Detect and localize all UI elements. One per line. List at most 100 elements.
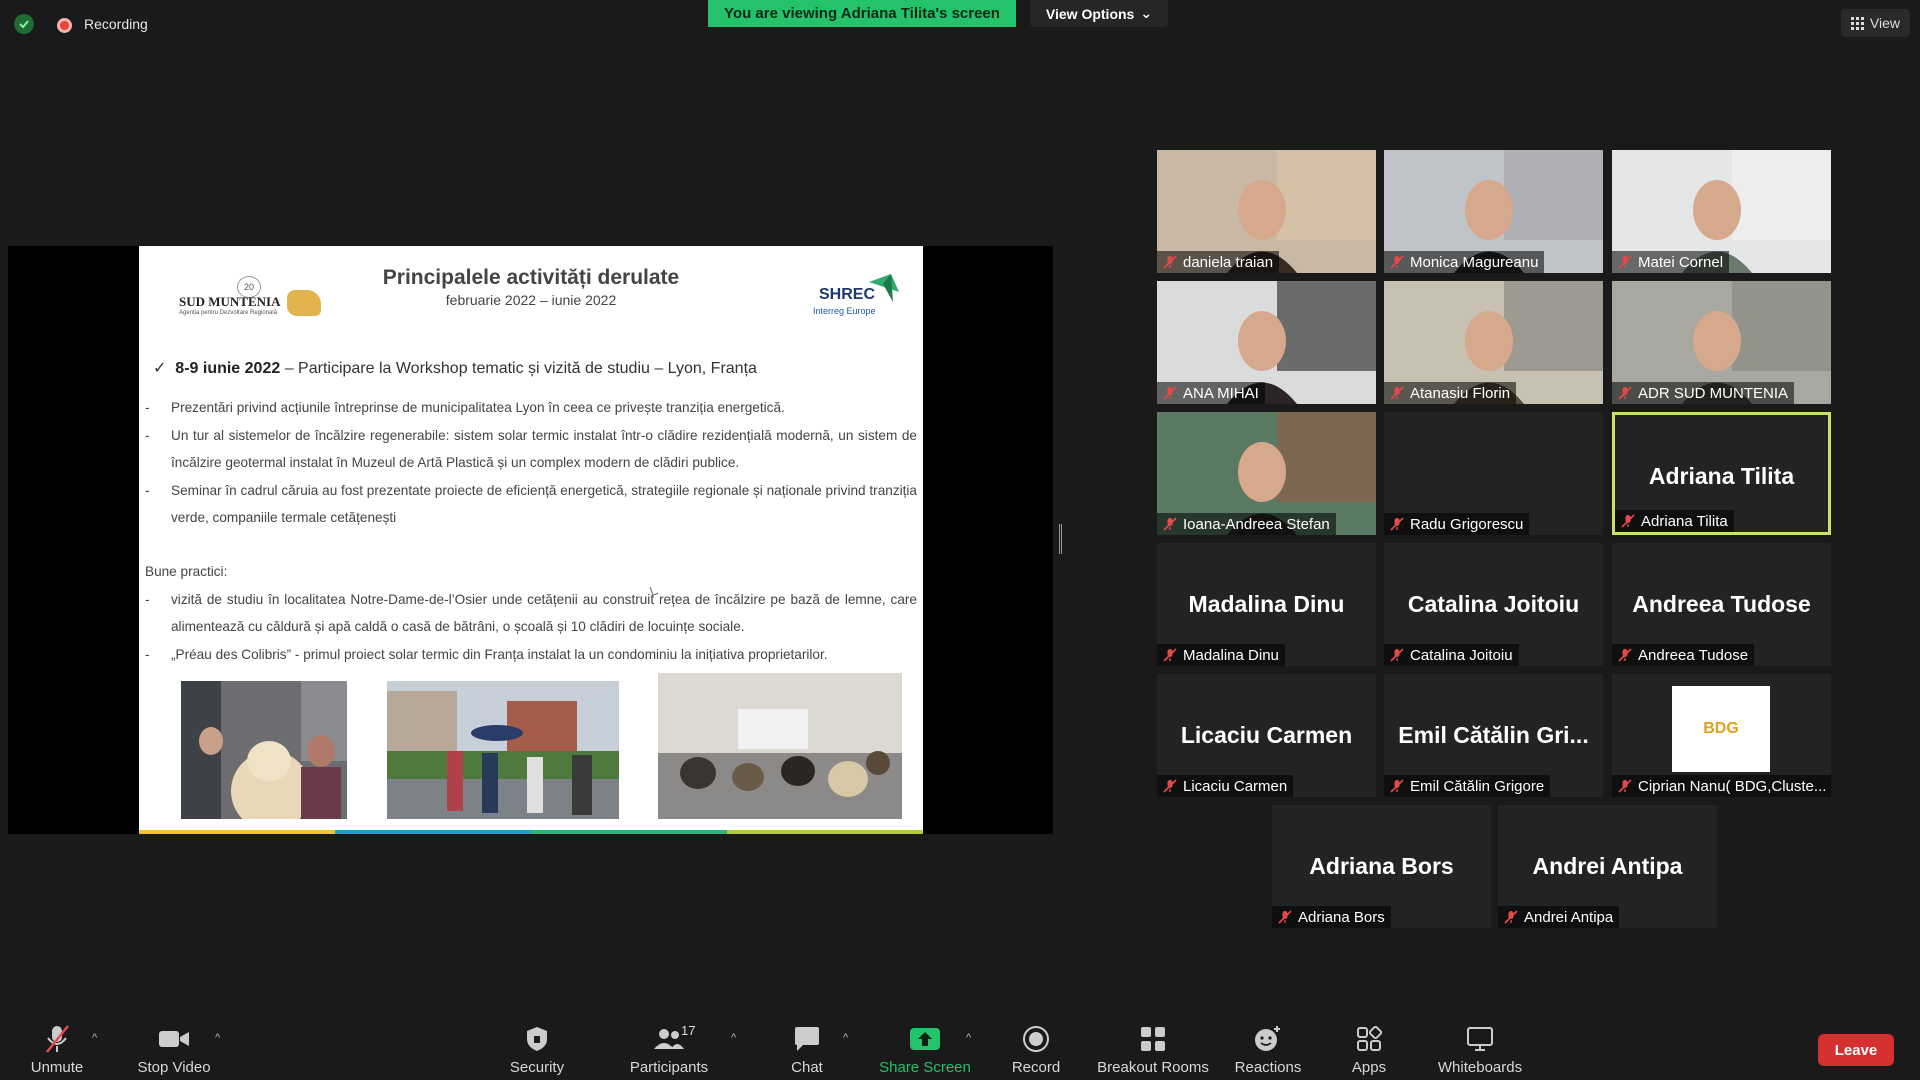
headline-date: 8-9 iunie 2022	[175, 360, 281, 377]
participant-name: Ioana-Andreea Stefan	[1157, 513, 1336, 535]
microphone-muted-icon	[1618, 779, 1632, 793]
reactions-button[interactable]: Reactions	[1213, 1021, 1323, 1076]
participant-tile[interactable]: daniela traian	[1157, 150, 1376, 273]
presentation-slide: 20 SUD MUNTENIA Agenția pentru Dezvoltar…	[139, 246, 923, 834]
share-screen-button[interactable]: Share Screen	[870, 1021, 980, 1076]
participant-tile[interactable]: Adriana Bors Adriana Bors	[1272, 805, 1491, 928]
grid-view-icon	[1850, 16, 1864, 30]
whiteboards-button[interactable]: Whiteboards	[1425, 1021, 1535, 1076]
participant-tile[interactable]: Monica Magureanu	[1384, 150, 1603, 273]
chat-button[interactable]: Chat	[752, 1021, 862, 1076]
list-item: - Prezentări privind acțiunile întreprins…	[145, 400, 785, 415]
participant-tile[interactable]: Adriana Tilita Adriana Tilita	[1612, 412, 1831, 535]
view-options-label: View Options	[1045, 5, 1135, 22]
share-screen-icon	[909, 1021, 941, 1057]
security-label: Security	[509, 1059, 565, 1076]
participant-display-name: Catalina Joitoiu	[1407, 591, 1580, 617]
photo-group-outdoor	[387, 681, 619, 819]
microphone-muted-icon	[44, 1021, 70, 1057]
participant-display-name: Andreea Tudose	[1632, 591, 1811, 617]
chevron-down-icon: ⌄	[1140, 5, 1153, 21]
participant-name: Madalina Dinu	[1157, 644, 1285, 666]
participants-label: Participants	[629, 1059, 709, 1076]
participant-name: Atanasiu Florin	[1384, 382, 1517, 404]
microphone-muted-icon	[1621, 514, 1635, 528]
shrec-name: SHREC	[819, 286, 876, 303]
participant-tile[interactable]: Catalina Joitoiu Catalina Joitoiu	[1384, 543, 1603, 666]
stop-video-button[interactable]: Stop Video	[119, 1021, 229, 1076]
video-options-caret-icon[interactable]: ^	[215, 1032, 220, 1044]
participants-button[interactable]: 17 Participants	[614, 1021, 724, 1076]
list-item: - Un tur al sistemelor de încălzire regen…	[145, 427, 917, 471]
security-shield-icon	[525, 1021, 549, 1057]
photo-group-indoor	[181, 681, 347, 819]
slide-title: Principalele activități derulate	[382, 266, 680, 289]
participant-tile[interactable]: Matei Cornel	[1612, 150, 1831, 273]
list-item: - „Préau des Colibris” - primul proiect s…	[145, 646, 828, 662]
participant-name: Monica Magureanu	[1384, 251, 1545, 273]
record-button[interactable]: Record	[981, 1021, 1091, 1076]
unmute-button[interactable]: Unmute	[2, 1021, 112, 1076]
split-view-handle[interactable]	[1059, 524, 1062, 554]
participant-tile[interactable]: ANA MIHAI	[1157, 281, 1376, 404]
participants-options-caret-icon[interactable]: ^	[731, 1032, 736, 1044]
good-practices-section: Bune practici: - vizită de studiu în loca…	[145, 558, 917, 668]
view-button[interactable]: View	[1840, 9, 1910, 37]
participant-tile[interactable]: Atanasiu Florin	[1384, 281, 1603, 404]
breakout-rooms-label: Breakout Rooms	[1097, 1059, 1209, 1076]
microphone-muted-icon	[1618, 255, 1632, 269]
bdg-logo: BDG	[1672, 686, 1770, 772]
participant-tile[interactable]: BDG Ciprian Nanu( BDG,Cluste...	[1612, 674, 1831, 797]
participant-tile[interactable]: Ioana-Andreea Stefan	[1157, 412, 1376, 535]
record-label: Record	[1011, 1059, 1061, 1076]
recording-icon	[57, 18, 72, 33]
participant-tile[interactable]: ADR SUD MUNTENIA	[1612, 281, 1831, 404]
participant-tile[interactable]: Emil Cătălin Gri... Emil Cătălin Grigore	[1384, 674, 1603, 797]
viewing-screen-banner: You are viewing Adriana Tilita's screen	[708, 0, 1016, 27]
microphone-muted-icon	[1618, 386, 1632, 400]
good-practices-label: Bune practici:	[145, 564, 228, 579]
view-options-button[interactable]: View Options ⌄	[1030, 0, 1168, 27]
participant-name: Catalina Joitoiu	[1384, 644, 1519, 666]
participant-tile[interactable]: Andrei Antipa Andrei Antipa	[1498, 805, 1717, 928]
apps-icon	[1356, 1021, 1382, 1057]
participant-name: Radu Grigorescu	[1384, 513, 1530, 535]
microphone-muted-icon	[1163, 517, 1177, 531]
participant-tile[interactable]: Andreea Tudose Andreea Tudose	[1612, 543, 1831, 666]
breakout-rooms-button[interactable]: Breakout Rooms	[1097, 1021, 1209, 1076]
participant-name: Andreea Tudose	[1612, 644, 1755, 666]
participant-display-name: Emil Cătălin Gri...	[1398, 722, 1589, 748]
participant-display-name: Madalina Dinu	[1188, 591, 1345, 617]
apps-button[interactable]: Apps	[1314, 1021, 1424, 1076]
participant-name: Licaciu Carmen	[1157, 775, 1294, 797]
breakout-rooms-icon	[1139, 1021, 1167, 1057]
view-label: View	[1869, 15, 1900, 31]
participant-tile[interactable]: Madalina Dinu Madalina Dinu	[1157, 543, 1376, 666]
shared-screen[interactable]: 20 SUD MUNTENIA Agenția pentru Dezvoltar…	[8, 246, 1053, 834]
interreg-label: Interreg Europe	[813, 306, 876, 316]
participant-tile[interactable]: Licaciu Carmen Licaciu Carmen	[1157, 674, 1376, 797]
recording-label: Recording	[84, 16, 148, 32]
video-camera-icon	[158, 1021, 190, 1057]
microphone-muted-icon	[1504, 910, 1518, 924]
participant-display-name: Adriana Tilita	[1648, 463, 1795, 489]
whiteboard-icon	[1466, 1021, 1494, 1057]
participant-tile[interactable]: Radu Grigorescu	[1384, 412, 1603, 535]
participant-name: Ciprian Nanu( BDG,Cluste...	[1612, 775, 1831, 797]
chat-label: Chat	[791, 1059, 823, 1076]
security-button[interactable]: Security	[482, 1021, 592, 1076]
participants-count: 17	[681, 1023, 696, 1038]
participant-name: daniela traian	[1157, 251, 1280, 273]
slide-subtitle: februarie 2022 – iunie 2022	[445, 292, 617, 308]
microphone-muted-icon	[1390, 255, 1404, 269]
audio-options-caret-icon[interactable]: ^	[92, 1032, 97, 1044]
security-shield-icon[interactable]	[14, 14, 34, 34]
microphone-muted-icon	[1163, 648, 1177, 662]
participant-display-name: Adriana Bors	[1309, 853, 1454, 879]
chat-options-caret-icon[interactable]: ^	[843, 1032, 848, 1044]
leave-button[interactable]: Leave	[1818, 1034, 1894, 1066]
checkmark-icon: ✓	[153, 360, 176, 377]
share-options-caret-icon[interactable]: ^	[966, 1032, 971, 1044]
microphone-muted-icon	[1278, 910, 1292, 924]
microphone-muted-icon	[1618, 648, 1632, 662]
